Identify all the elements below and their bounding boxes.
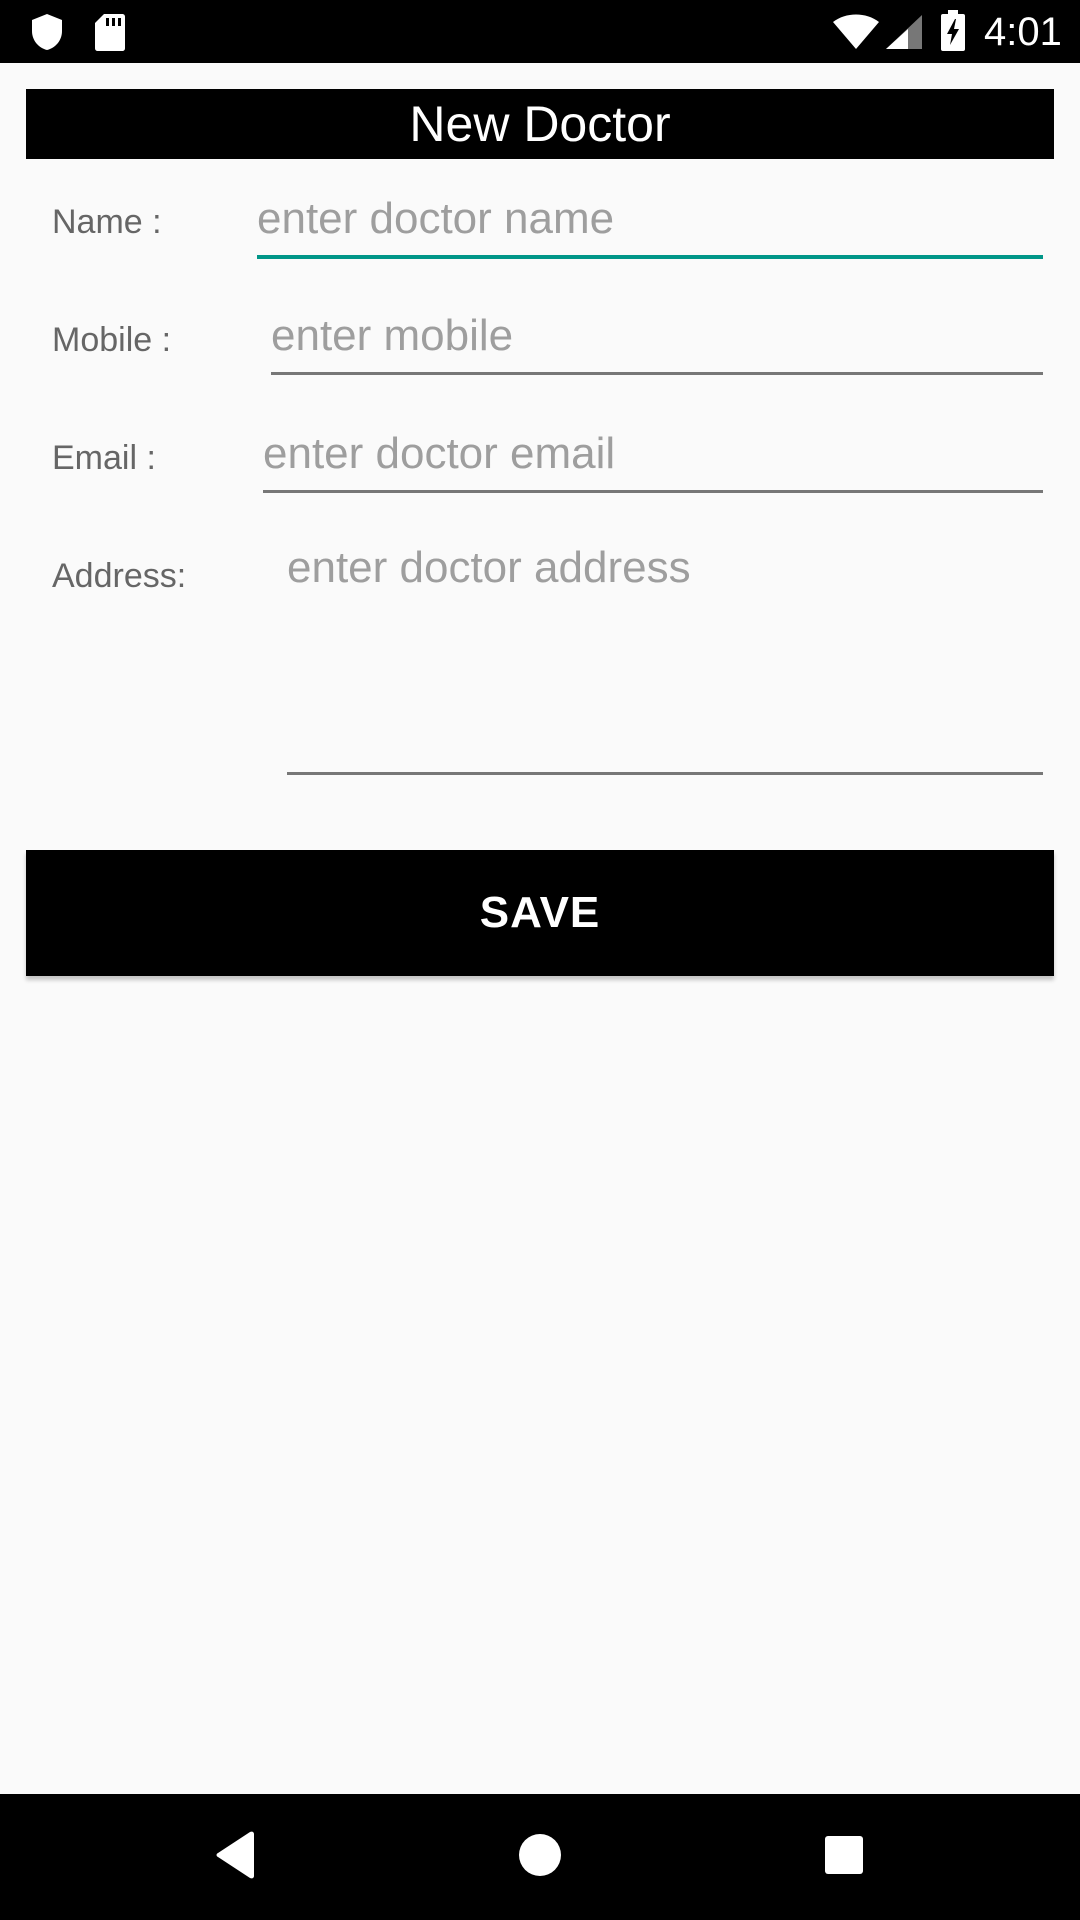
address-label: Address:: [52, 557, 187, 595]
status-bar: 4:01: [0, 0, 1080, 63]
back-button[interactable]: [156, 1794, 316, 1920]
home-button[interactable]: [460, 1794, 620, 1920]
navigation-bar: [0, 1794, 1080, 1920]
name-input[interactable]: [257, 183, 1043, 259]
email-label: Email :: [52, 439, 156, 477]
battery-charging-icon: [940, 10, 966, 57]
recents-button[interactable]: [764, 1794, 924, 1920]
back-icon: [214, 1831, 258, 1884]
status-time: 4:01: [984, 10, 1062, 54]
shield-icon: [30, 12, 64, 57]
name-label: Name :: [52, 203, 162, 241]
address-input[interactable]: [287, 543, 1043, 775]
screen: 4:01 New Doctor Name : Mobile : Email : …: [0, 0, 1080, 1920]
mobile-label: Mobile :: [52, 321, 172, 359]
save-button[interactable]: SAVE: [26, 850, 1054, 976]
recents-icon: [824, 1835, 864, 1880]
wifi-icon: [832, 14, 880, 55]
sd-card-icon: [94, 12, 126, 57]
page-title: New Doctor: [26, 89, 1054, 159]
mobile-input[interactable]: [271, 299, 1043, 375]
email-input[interactable]: [263, 417, 1043, 493]
home-icon: [518, 1833, 562, 1882]
cell-signal-icon: [884, 14, 924, 55]
